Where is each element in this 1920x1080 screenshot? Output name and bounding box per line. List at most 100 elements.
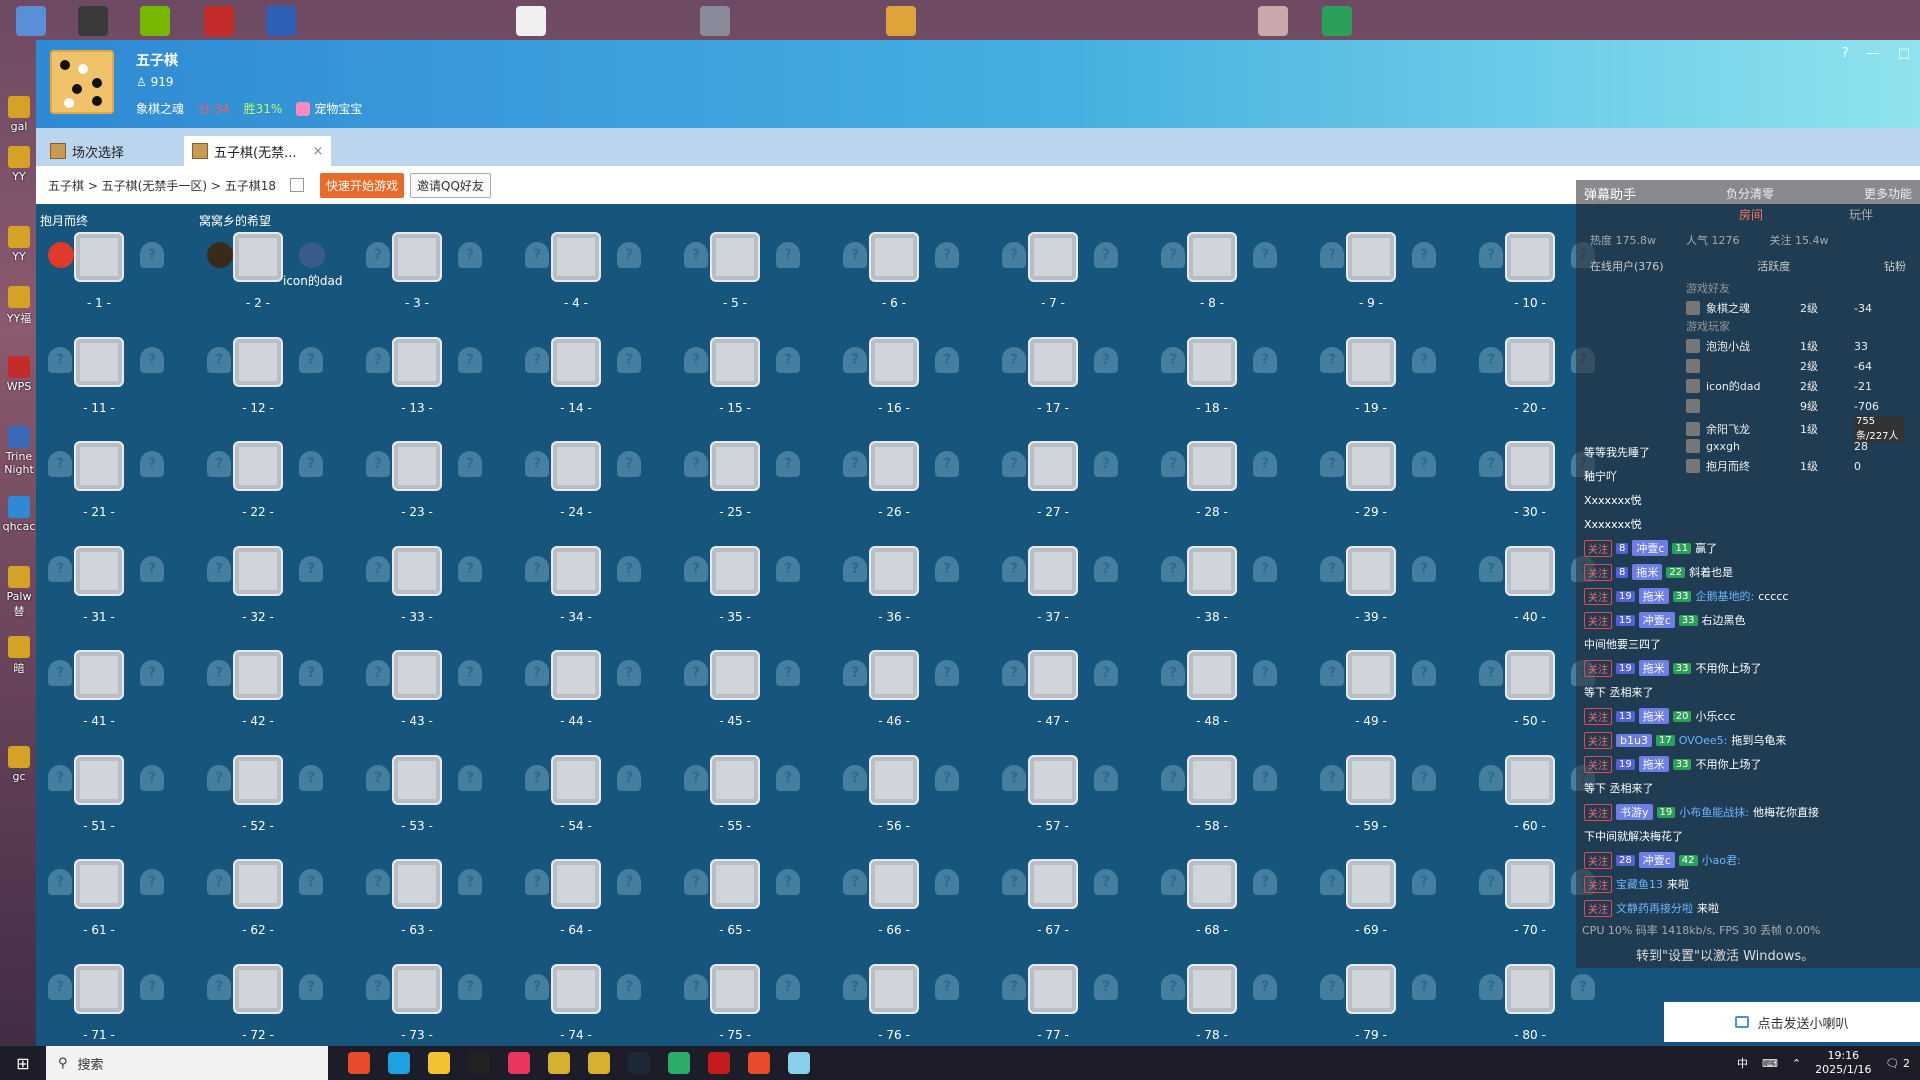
game-table[interactable]: ?? - 52 - xyxy=(199,749,339,849)
follow-button[interactable]: 关注 xyxy=(1584,899,1612,917)
seat-left[interactable]: ? xyxy=(1479,764,1503,791)
game-table[interactable]: ?? - 46 - xyxy=(835,644,975,744)
seat-left[interactable]: ? xyxy=(1002,555,1026,582)
table-board[interactable] xyxy=(869,754,919,805)
seat-right[interactable]: ? xyxy=(458,346,482,373)
table-board[interactable] xyxy=(392,441,442,491)
seat-right[interactable]: ? xyxy=(1094,451,1118,477)
invite-qq-friend-button[interactable]: 邀请QQ好友 xyxy=(410,172,491,198)
seat-left[interactable]: ? xyxy=(1479,242,1503,268)
desktop-app-icon[interactable] xyxy=(78,6,108,36)
seat-right[interactable] xyxy=(299,242,325,268)
seat-left[interactable]: ? xyxy=(207,555,231,582)
table-board[interactable] xyxy=(1346,232,1396,282)
game-table[interactable]: ?? - 16 - xyxy=(835,331,975,431)
table-board[interactable] xyxy=(1028,232,1078,282)
game-table[interactable]: ?? - 32 - xyxy=(199,540,339,640)
game-table[interactable]: ?? - 55 - xyxy=(676,749,816,849)
seat-right[interactable]: ? xyxy=(935,660,959,686)
game-table[interactable]: ?? - 76 - xyxy=(835,958,975,1058)
seat-left[interactable]: ? xyxy=(1320,451,1344,477)
close-icon[interactable]: × xyxy=(312,144,323,159)
taskbar-app-icon[interactable] xyxy=(748,1052,770,1074)
table-board[interactable] xyxy=(1346,441,1396,491)
seat-left[interactable]: ? xyxy=(684,555,708,582)
chat-username[interactable]: 小布鱼能战抹: xyxy=(1679,804,1749,820)
game-table[interactable]: ?? - 21 - xyxy=(40,435,180,535)
table-board[interactable] xyxy=(392,754,442,805)
game-table[interactable]: ?? - 5 - xyxy=(676,226,816,326)
seat-right[interactable]: ? xyxy=(935,764,959,791)
seat-left[interactable]: ? xyxy=(48,346,72,373)
seat-left[interactable]: ? xyxy=(1479,346,1503,373)
table-board[interactable] xyxy=(869,650,919,700)
game-table[interactable]: ?? - 13 - xyxy=(358,331,498,431)
desktop-shortcut[interactable]: Palw 替 xyxy=(2,566,36,619)
seat-left[interactable]: ? xyxy=(1479,973,1503,1000)
seat-right[interactable]: ? xyxy=(935,346,959,373)
edge-icon[interactable] xyxy=(388,1052,410,1074)
game-table[interactable]: ?? - 61 - xyxy=(40,853,180,953)
seat-right[interactable]: ? xyxy=(935,242,959,268)
table-board[interactable] xyxy=(392,545,442,596)
game-table[interactable]: ?? - 77 - xyxy=(994,958,1134,1058)
game-table[interactable]: ?? - 69 - xyxy=(1312,853,1452,953)
seat-left[interactable]: ? xyxy=(48,973,72,1000)
follow-button[interactable]: 关注 xyxy=(1584,707,1612,725)
seat-left[interactable]: ? xyxy=(1320,869,1344,895)
seat-right[interactable]: ? xyxy=(617,242,641,268)
game-table[interactable]: ?? - 79 - xyxy=(1312,958,1452,1058)
clock[interactable]: 19:16 2025/1/16 xyxy=(1815,1049,1871,1077)
table-board[interactable] xyxy=(1028,859,1078,909)
desktop-app-icon[interactable] xyxy=(16,6,46,36)
seat-left[interactable]: ? xyxy=(843,764,867,791)
desktop-shortcut[interactable]: qhcac xyxy=(2,496,36,533)
table-board[interactable] xyxy=(551,963,601,1014)
table-board[interactable] xyxy=(1346,336,1396,387)
seat-right[interactable]: ? xyxy=(935,555,959,582)
follow-button[interactable]: 关注 xyxy=(1584,563,1612,581)
game-table[interactable]: ?? - 3 - xyxy=(358,226,498,326)
seat-left[interactable]: ? xyxy=(843,973,867,1000)
seat-right[interactable]: ? xyxy=(1412,346,1436,373)
seat-left[interactable]: ? xyxy=(207,869,231,895)
chat-username[interactable]: 宝藏鱼13 xyxy=(1616,876,1663,892)
minimize-icon[interactable]: — xyxy=(1867,46,1880,61)
game-table[interactable]: ?? - 22 - xyxy=(199,435,339,535)
seat-right[interactable]: ? xyxy=(140,242,164,268)
seat-left[interactable]: ? xyxy=(1320,555,1344,582)
desktop-app-icon[interactable] xyxy=(266,6,296,36)
seat-right[interactable]: ? xyxy=(458,973,482,1000)
game-table[interactable]: ?? - 71 - xyxy=(40,958,180,1058)
seat-right[interactable]: ? xyxy=(1412,242,1436,268)
copy-icon[interactable] xyxy=(290,178,305,192)
desktop-shortcut[interactable]: Trine Night xyxy=(2,426,36,476)
help-icon[interactable]: ? xyxy=(1842,46,1849,61)
chat-username[interactable]: OVOee5: xyxy=(1679,734,1728,747)
seat-right[interactable]: ? xyxy=(1094,242,1118,268)
ime-indicator[interactable]: 中 xyxy=(1737,1055,1748,1071)
game-table[interactable]: ?? - 47 - xyxy=(994,644,1134,744)
seat-left[interactable]: ? xyxy=(1002,869,1026,895)
game-table[interactable]: ?? - 63 - xyxy=(358,853,498,953)
game-table[interactable]: ?? - 56 - xyxy=(835,749,975,849)
seat-left[interactable]: ? xyxy=(207,764,231,791)
seat-left[interactable]: ? xyxy=(525,451,549,477)
game-table[interactable]: ?? - 39 - xyxy=(1312,540,1452,640)
table-board[interactable] xyxy=(1187,859,1237,909)
table-board[interactable] xyxy=(392,650,442,700)
table-board[interactable] xyxy=(392,232,442,282)
seat-left[interactable]: ? xyxy=(48,764,72,791)
taskbar-app-icon[interactable] xyxy=(348,1052,370,1074)
seat-right[interactable]: ? xyxy=(1094,555,1118,582)
game-table[interactable]: ?? - 43 - xyxy=(358,644,498,744)
seat-left[interactable]: ? xyxy=(1161,346,1185,373)
game-table[interactable]: ?? - 31 - xyxy=(40,540,180,640)
table-board[interactable] xyxy=(1505,754,1555,805)
game-table[interactable]: ?? - 24 - xyxy=(517,435,657,535)
table-board[interactable] xyxy=(551,859,601,909)
seat-left[interactable]: ? xyxy=(684,869,708,895)
game-table[interactable]: ?? - 15 - xyxy=(676,331,816,431)
game-table[interactable]: ?? - 54 - xyxy=(517,749,657,849)
seat-left[interactable]: ? xyxy=(1161,242,1185,268)
